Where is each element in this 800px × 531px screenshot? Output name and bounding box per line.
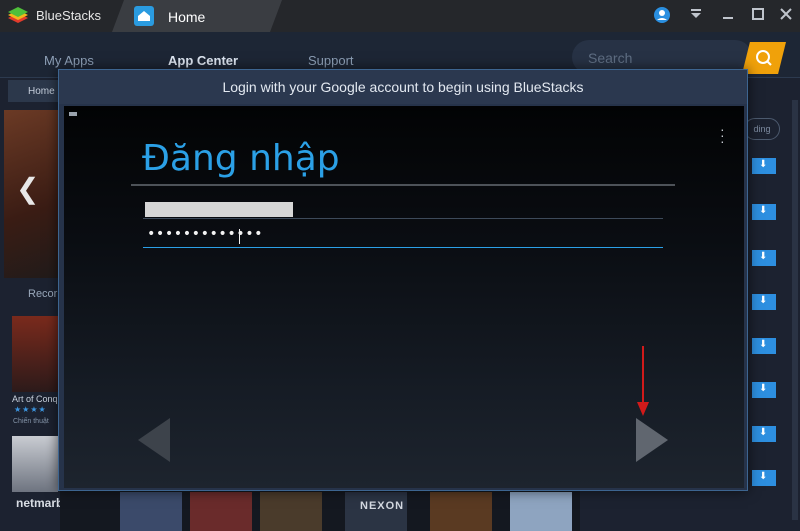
download-icon[interactable] [752, 204, 776, 220]
nav-support[interactable]: Support [308, 53, 354, 68]
app-card-category: Chiến thuật [13, 418, 49, 425]
chevron-left-icon[interactable]: ❮ [16, 172, 39, 205]
download-icon[interactable] [752, 382, 776, 398]
search-placeholder: Search [588, 50, 633, 66]
status-bar-icon [69, 112, 77, 116]
app-card-name: Art of Conq [12, 394, 58, 404]
home-icon [134, 6, 154, 26]
download-icon[interactable] [752, 294, 776, 310]
download-icon[interactable] [752, 426, 776, 442]
section-label: Recor [28, 288, 58, 300]
annotation-arrow-icon [637, 346, 649, 416]
dropdown-icon[interactable] [686, 6, 706, 26]
download-icon[interactable] [752, 338, 776, 354]
previous-arrow-icon[interactable] [138, 418, 170, 462]
app-card-image[interactable] [12, 436, 58, 492]
account-icon[interactable] [652, 6, 672, 26]
scrollbar[interactable] [792, 100, 798, 520]
app-card-image[interactable] [12, 316, 58, 392]
nav-my-apps[interactable]: My Apps [44, 53, 94, 68]
password-value: ••••••••••••• [147, 226, 264, 242]
email-redaction [145, 202, 293, 217]
close-icon[interactable] [776, 6, 796, 26]
breadcrumb[interactable]: Home [8, 80, 63, 102]
download-icon[interactable] [752, 470, 776, 486]
filter-pill[interactable]: ding [744, 118, 780, 140]
app-card-rating: ★★★★ [14, 405, 47, 414]
app-thumbnail[interactable] [190, 492, 252, 531]
dialog-title: Login with your Google account to begin … [59, 70, 747, 104]
app-thumbnail[interactable] [260, 492, 322, 531]
nexon-label: NEXON [360, 500, 405, 512]
app-thumbnail[interactable] [120, 492, 182, 531]
maximize-icon[interactable] [748, 6, 768, 26]
next-arrow-icon[interactable] [636, 418, 668, 462]
bluestacks-logo-icon [8, 7, 28, 23]
app-name: BlueStacks [36, 8, 102, 23]
text-caret [239, 229, 240, 244]
tab-home-label: Home [168, 9, 206, 25]
minimize-icon[interactable] [718, 6, 738, 26]
nav-app-center[interactable]: App Center [168, 53, 238, 68]
app-thumbnail[interactable] [430, 492, 492, 531]
overflow-menu-icon[interactable]: · · · [720, 122, 725, 148]
signin-heading: Đăng nhập [142, 138, 340, 179]
heading-divider [131, 184, 675, 186]
app-thumbnail[interactable] [510, 492, 572, 531]
download-icon[interactable] [752, 250, 776, 266]
download-icon[interactable] [752, 158, 776, 174]
